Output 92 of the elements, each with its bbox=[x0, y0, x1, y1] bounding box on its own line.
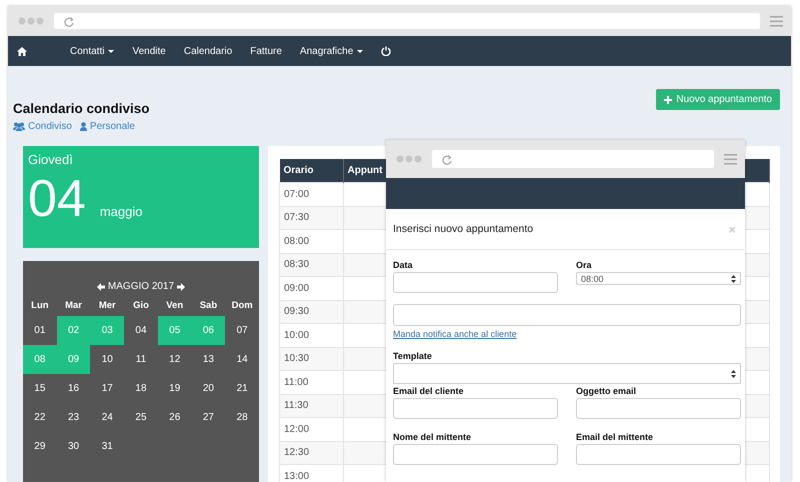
time-cell: 09:30 bbox=[280, 300, 343, 324]
calendar-day[interactable]: 25 bbox=[124, 403, 158, 432]
calendar-day[interactable]: 11 bbox=[124, 345, 158, 374]
calendar-day[interactable]: 24 bbox=[90, 403, 124, 432]
weekday-header: Ven bbox=[165, 300, 184, 313]
calendar-day[interactable]: 28 bbox=[225, 403, 259, 432]
day-number: 04 bbox=[28, 169, 86, 229]
time-cell: 10:00 bbox=[280, 324, 343, 347]
field-label: Email del mittente bbox=[576, 431, 654, 444]
caret-icon bbox=[108, 50, 114, 52]
time-cell: 12:00 bbox=[280, 418, 343, 441]
select-field[interactable]: 08:00 bbox=[576, 272, 741, 285]
weekday-header: Lun bbox=[30, 300, 50, 313]
nav-link[interactable]: Vendite bbox=[132, 46, 166, 56]
page-title: Calendario condiviso bbox=[13, 101, 150, 116]
time-cell: 07:30 bbox=[280, 206, 343, 230]
users-icon bbox=[13, 122, 25, 131]
caret-icon bbox=[357, 50, 364, 52]
calendar-day[interactable]: 31 bbox=[90, 432, 124, 461]
field-label: Oggetto email bbox=[576, 385, 638, 398]
nav-link[interactable]: Anagrafiche bbox=[300, 46, 364, 56]
calendar-day[interactable]: 14 bbox=[225, 345, 259, 374]
menu-icon[interactable] bbox=[770, 15, 783, 27]
time-cell: 08:00 bbox=[280, 230, 343, 253]
input-field[interactable] bbox=[576, 444, 741, 465]
text-area[interactable] bbox=[393, 304, 741, 326]
select-field[interactable] bbox=[393, 363, 741, 384]
month-label: maggio bbox=[100, 204, 142, 219]
arrow-left-icon[interactable] bbox=[96, 282, 105, 290]
calendar-day[interactable]: 12 bbox=[158, 345, 192, 374]
user-icon bbox=[80, 122, 87, 131]
reload-icon[interactable] bbox=[64, 16, 75, 26]
calendar-day[interactable]: 26 bbox=[158, 403, 192, 432]
nav-link[interactable]: Calendario bbox=[184, 46, 232, 56]
window-dots-icon bbox=[396, 155, 422, 163]
calendar-day[interactable]: 29 bbox=[23, 432, 57, 461]
weekday-header: Mar bbox=[64, 300, 84, 313]
reload-icon[interactable] bbox=[442, 154, 453, 164]
calendar-day[interactable]: 04 bbox=[124, 316, 158, 345]
field-label: Nome del mittente bbox=[393, 431, 472, 444]
nav-link[interactable]: Contatti bbox=[70, 46, 114, 56]
calendar-day[interactable]: 15 bbox=[23, 374, 57, 403]
input-field[interactable] bbox=[393, 272, 558, 293]
updown-arrow-icon bbox=[731, 370, 736, 378]
arrow-right-icon[interactable] bbox=[177, 282, 186, 290]
input-field[interactable] bbox=[393, 398, 558, 419]
address-bar[interactable] bbox=[432, 150, 714, 168]
notify-link[interactable]: Manda notifica anche al cliente bbox=[393, 329, 517, 339]
column-header: Orario bbox=[280, 159, 343, 182]
calendar-day[interactable]: 19 bbox=[158, 374, 192, 403]
calendar-day[interactable]: 22 bbox=[23, 403, 57, 432]
address-bar[interactable] bbox=[54, 13, 760, 29]
calendar-day[interactable]: 20 bbox=[192, 374, 226, 403]
input-field[interactable] bbox=[393, 444, 558, 465]
weekday-header: Gio bbox=[132, 300, 150, 313]
input-field[interactable] bbox=[576, 398, 741, 419]
calendar-day[interactable]: 13 bbox=[192, 345, 226, 374]
menu-icon[interactable] bbox=[724, 153, 737, 165]
time-cell: 11:30 bbox=[280, 394, 343, 418]
power-icon[interactable] bbox=[381, 46, 392, 56]
calendar-day[interactable]: 10 bbox=[90, 345, 124, 374]
plus-icon bbox=[664, 96, 672, 104]
calendar-day[interactable]: 01 bbox=[23, 316, 57, 345]
calendar-day[interactable]: 21 bbox=[225, 374, 259, 403]
time-cell: 09:00 bbox=[280, 276, 343, 300]
weekday-header: Sab bbox=[198, 300, 218, 313]
time-cell: 12:30 bbox=[280, 441, 343, 464]
calendar-day[interactable]: 18 bbox=[124, 374, 158, 403]
window-dots-icon bbox=[18, 17, 44, 25]
time-cell: 07:00 bbox=[280, 182, 343, 206]
updown-arrow-icon bbox=[731, 274, 736, 282]
calendar-day[interactable]: 07 bbox=[225, 316, 259, 345]
calendar-day[interactable]: 27 bbox=[192, 403, 226, 432]
calendar-day[interactable]: 23 bbox=[56, 403, 90, 432]
time-cell: 10:30 bbox=[280, 347, 343, 370]
calendar-day[interactable]: 30 bbox=[56, 432, 90, 461]
field-label: Ora bbox=[576, 259, 593, 272]
dialog-title: Inserisci nuovo appuntamento bbox=[393, 223, 534, 235]
field-label: Email del cliente bbox=[393, 385, 465, 398]
time-cell: 11:00 bbox=[280, 370, 343, 394]
field-label: Template bbox=[393, 350, 433, 363]
home-icon[interactable] bbox=[17, 46, 27, 56]
time-cell: 13:00 bbox=[280, 464, 343, 482]
weekday-header: Dom bbox=[230, 300, 254, 313]
weekday-header: Mer bbox=[98, 300, 117, 313]
time-cell: 08:30 bbox=[280, 253, 343, 276]
calendar-day[interactable]: 16 bbox=[56, 374, 90, 403]
nav-link[interactable]: Fatture bbox=[250, 46, 282, 56]
field-label: Data bbox=[393, 259, 414, 272]
calendar-day[interactable]: 17 bbox=[90, 374, 124, 403]
weekday-label: Giovedì bbox=[28, 152, 74, 167]
month-title: MAGGIO 2017 bbox=[108, 281, 174, 292]
